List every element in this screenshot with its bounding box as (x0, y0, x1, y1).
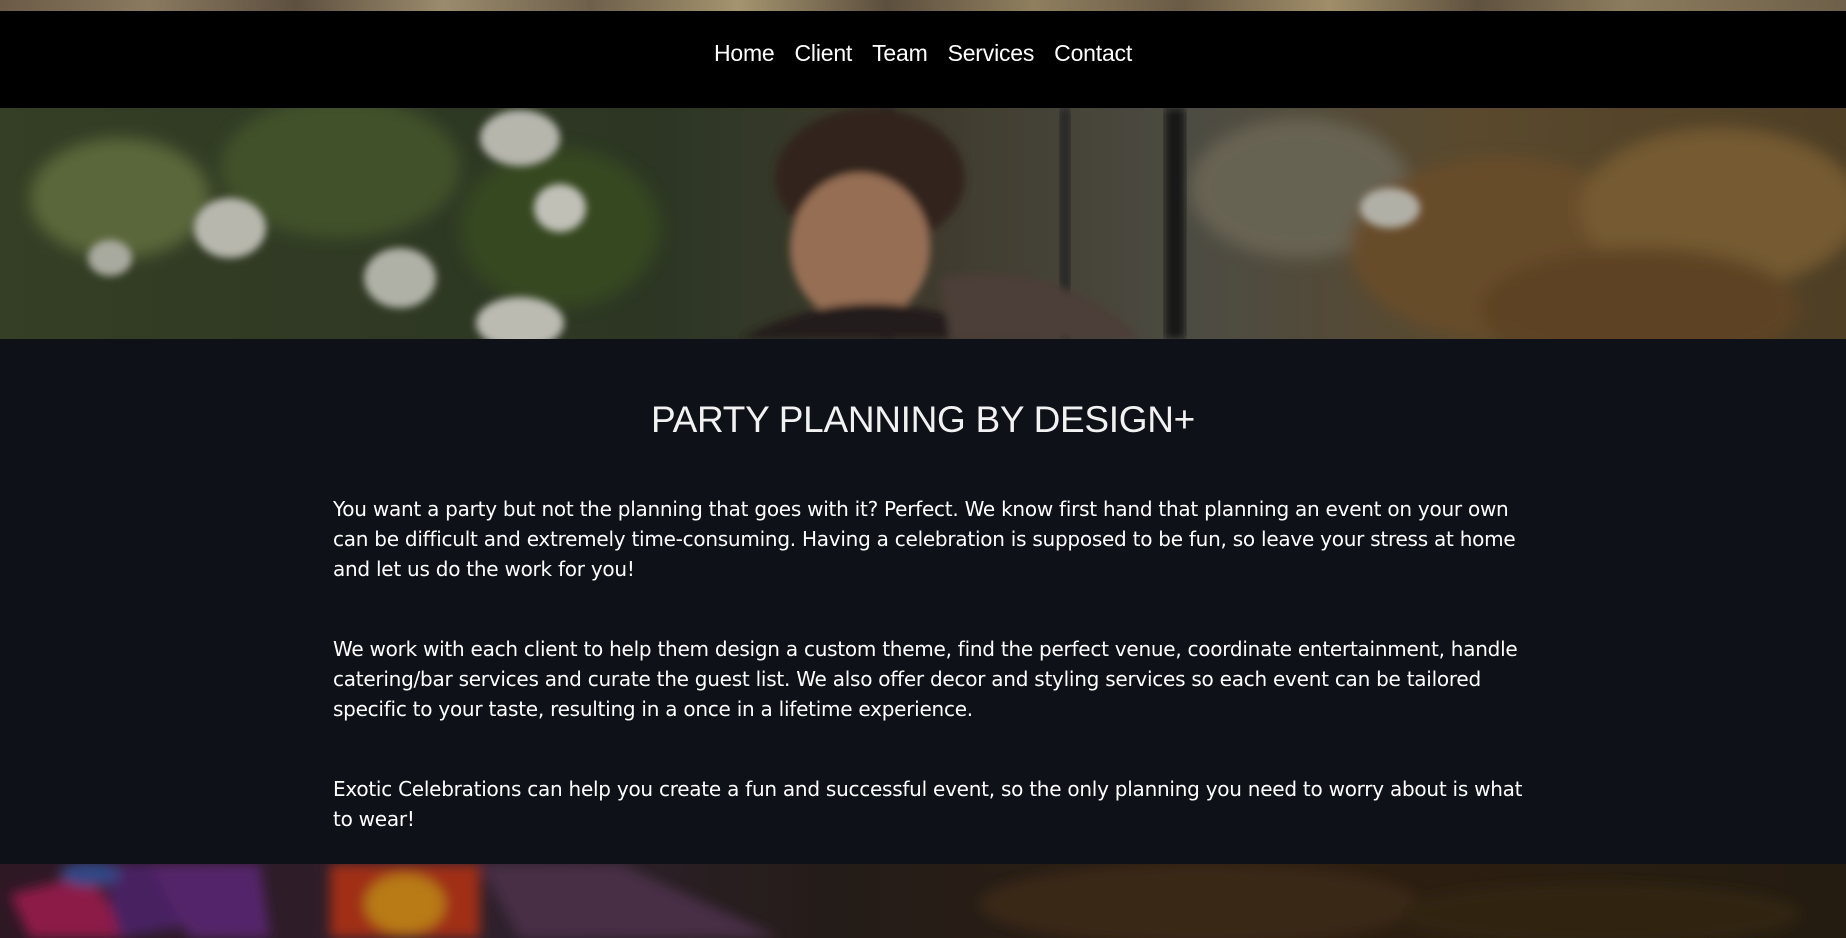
top-background-strip (0, 0, 1846, 11)
nav-menu: Home Client Team Services Contact (714, 40, 1132, 67)
services-paragraph: We work with each client to help them de… (333, 637, 1518, 721)
about-section: PARTY PLANNING BY DESIGN+ You want a par… (0, 339, 1846, 864)
page-title: PARTY PLANNING BY DESIGN+ (651, 399, 1195, 440)
hero-image-florist (0, 108, 1846, 339)
nav-link-contact[interactable]: Contact (1054, 40, 1132, 67)
main-navbar: Home Client Team Services Contact (0, 11, 1846, 108)
closing-paragraph: Exotic Celebrations can help you create … (333, 777, 1523, 831)
intro-paragraph: You want a party but not the planning th… (333, 497, 1516, 581)
nav-link-team[interactable]: Team (872, 40, 928, 67)
nav-link-home[interactable]: Home (714, 40, 775, 67)
nav-link-client[interactable]: Client (795, 40, 853, 67)
nav-link-services[interactable]: Services (948, 40, 1035, 67)
bottom-image-party-lights (0, 864, 1846, 938)
